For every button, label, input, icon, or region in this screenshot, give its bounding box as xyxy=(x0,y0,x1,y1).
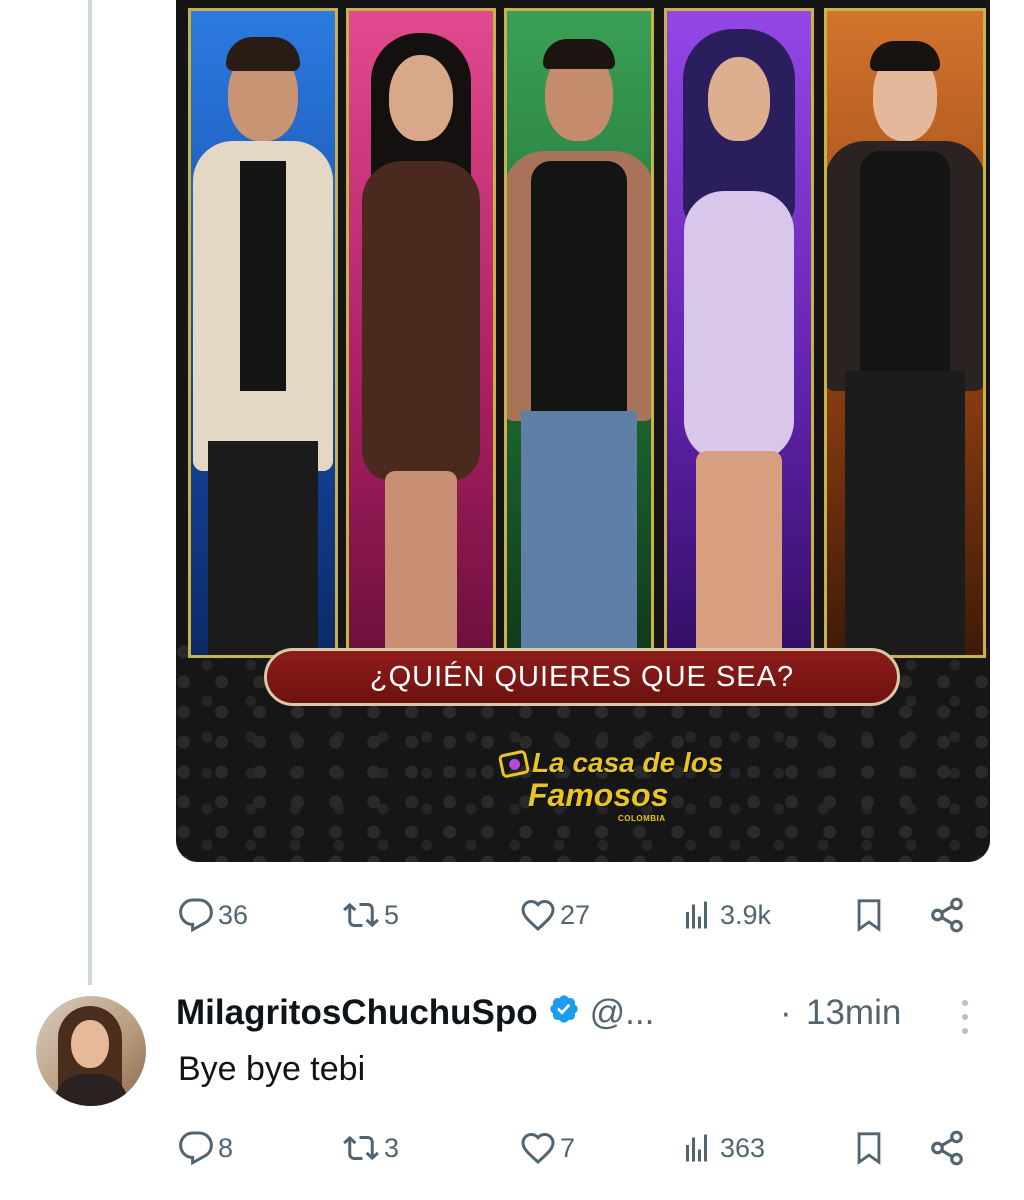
logo-line-3: COLOMBIA xyxy=(618,814,666,823)
retweet-count: 5 xyxy=(384,899,400,930)
retweet-icon xyxy=(343,902,379,928)
reply-button[interactable]: 36 xyxy=(178,897,248,933)
thread-connector-line xyxy=(88,0,92,985)
contestant-panel-3 xyxy=(504,8,654,658)
contestant-panel-5 xyxy=(824,8,986,658)
reply-display-name[interactable]: MilagritosChuchuSpo xyxy=(176,993,538,1033)
reply-icon xyxy=(179,898,213,933)
share-button[interactable] xyxy=(928,896,966,934)
share-icon xyxy=(931,897,963,933)
views-icon xyxy=(686,1134,707,1162)
reply-count: 8 xyxy=(218,1132,234,1163)
reply-count: 36 xyxy=(218,899,249,930)
like-button[interactable]: 7 xyxy=(520,1130,575,1166)
bookmark-icon xyxy=(857,1132,881,1165)
show-logo: La casa de los Famosos COLOMBIA xyxy=(497,748,723,828)
logo-line-2: Famosos xyxy=(528,777,669,813)
like-count: 7 xyxy=(560,1132,576,1163)
avatar[interactable] xyxy=(36,996,146,1106)
question-banner: ¿QUIÉN QUIERES QUE SEA? xyxy=(264,648,900,706)
like-icon xyxy=(521,1132,555,1165)
bookmark-button[interactable] xyxy=(852,1129,886,1167)
more-icon[interactable] xyxy=(958,1000,972,1034)
reply-handle[interactable]: @... xyxy=(590,993,655,1033)
logo-line-1: La casa de los xyxy=(532,747,724,778)
like-button[interactable]: 27 xyxy=(520,897,590,933)
reply-text: Bye bye tebi xyxy=(178,1050,366,1088)
views-count: 3.9k xyxy=(720,899,772,930)
contestant-panel-2 xyxy=(346,8,496,658)
views-button[interactable]: 3.9k xyxy=(680,897,771,933)
retweet-button[interactable]: 3 xyxy=(342,1130,399,1166)
reply-action-bar: 8 3 7 363 xyxy=(176,1124,976,1172)
reply-button[interactable]: 8 xyxy=(178,1130,233,1166)
bookmark-icon xyxy=(857,899,881,932)
bookmark-button[interactable] xyxy=(852,896,886,934)
contestant-panel-4 xyxy=(664,8,814,658)
retweet-count: 3 xyxy=(384,1132,400,1163)
reply-timestamp[interactable]: 13min xyxy=(806,992,901,1034)
retweet-button[interactable]: 5 xyxy=(342,897,399,933)
verified-badge-icon xyxy=(548,993,580,1034)
like-icon xyxy=(521,899,555,932)
views-button[interactable]: 363 xyxy=(680,1130,765,1166)
share-button[interactable] xyxy=(928,1129,966,1167)
tweet-media-image[interactable]: ¿QUIÉN QUIERES QUE SEA? La casa de los F… xyxy=(176,0,990,862)
logo-camera-icon xyxy=(497,749,531,779)
views-count: 363 xyxy=(720,1132,766,1163)
views-icon xyxy=(686,901,707,929)
reply-icon xyxy=(179,1131,213,1166)
like-count: 27 xyxy=(560,899,591,930)
contestant-panel-1 xyxy=(188,8,338,658)
reply-header: MilagritosChuchuSpo @... xyxy=(176,992,654,1034)
time-separator: · xyxy=(780,993,792,1032)
tweet-action-bar: 36 5 27 3.9k xyxy=(176,891,976,939)
retweet-icon xyxy=(343,1135,379,1161)
share-icon xyxy=(931,1130,963,1166)
